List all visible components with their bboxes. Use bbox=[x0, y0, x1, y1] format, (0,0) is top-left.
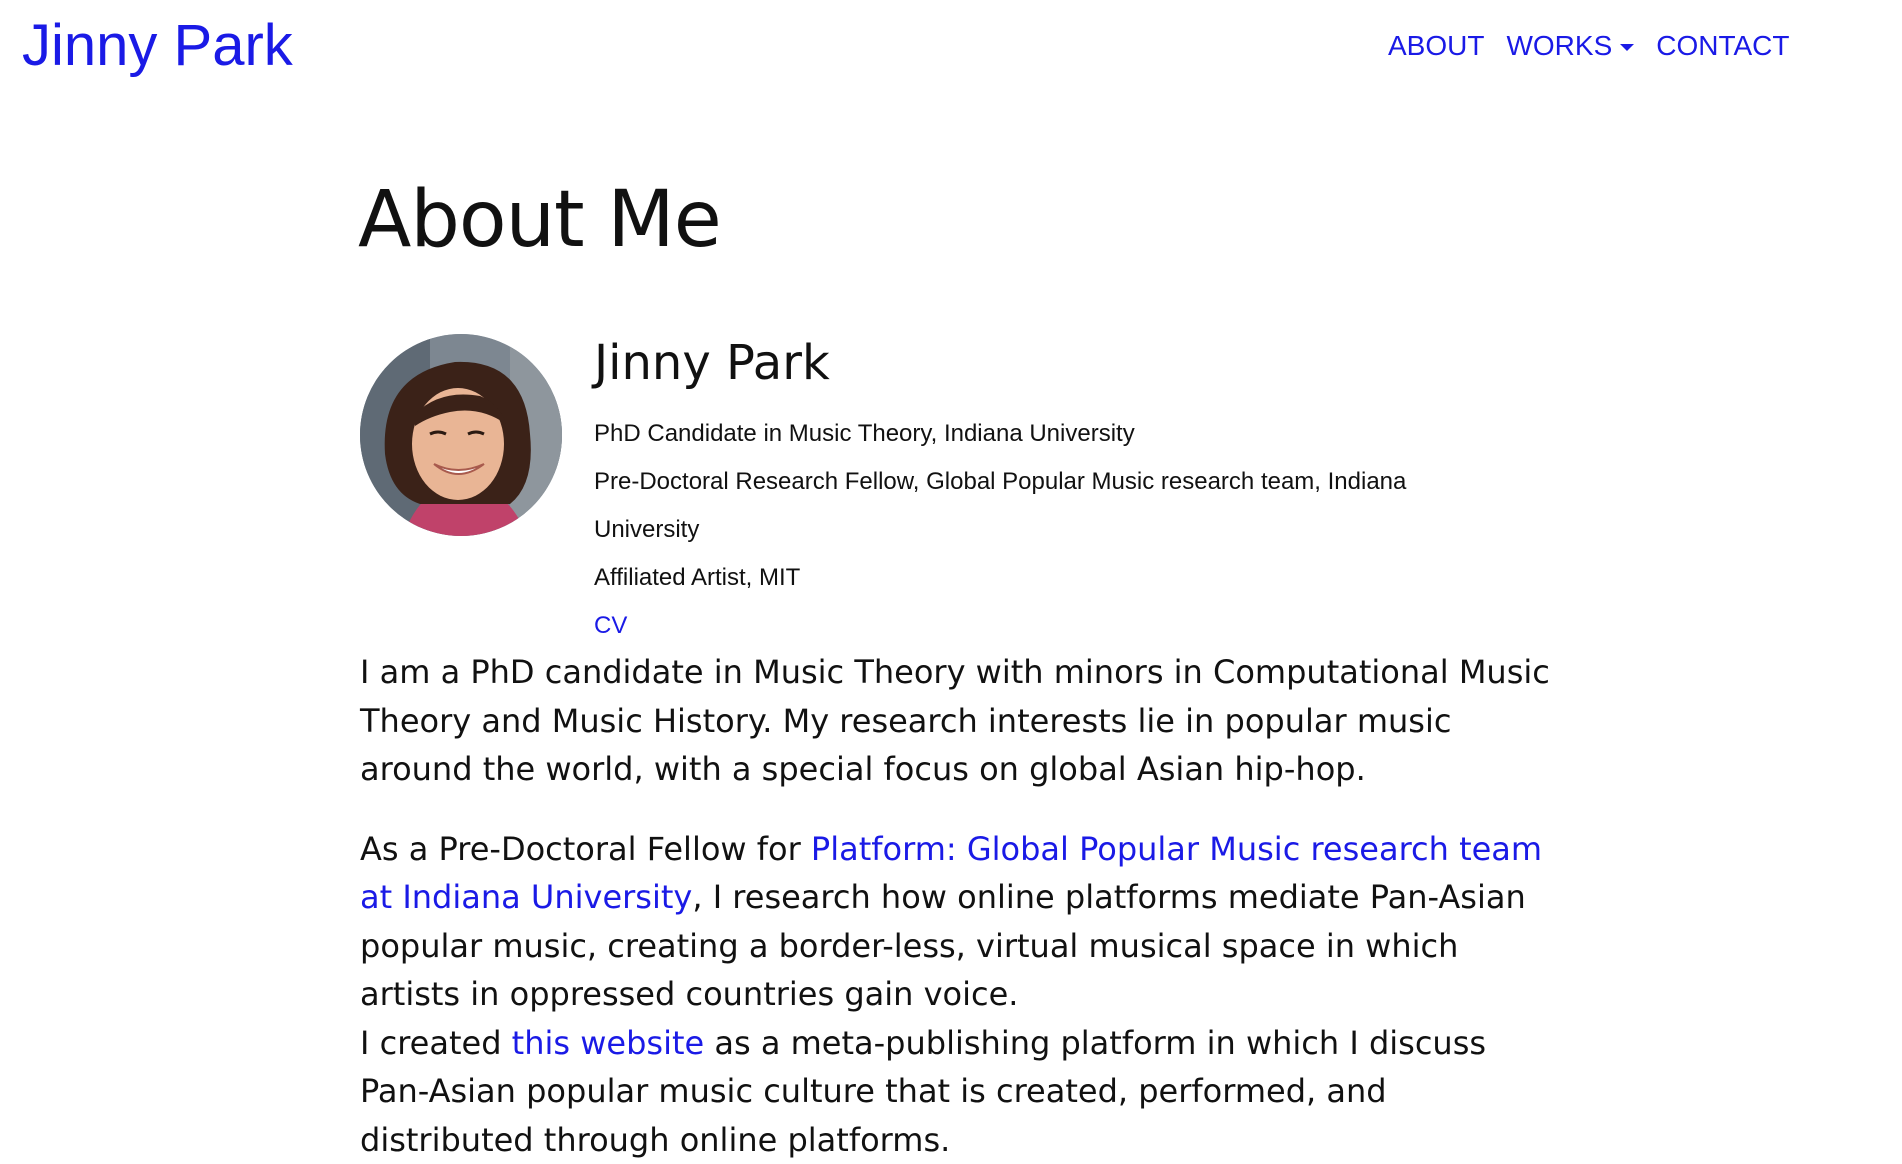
site-brand-link[interactable]: Jinny Park bbox=[22, 6, 293, 86]
this-website-link[interactable]: this website bbox=[512, 1024, 705, 1062]
nav-works-dropdown[interactable]: WORKS bbox=[1506, 30, 1634, 62]
profile-line-fellow: Pre-Doctoral Research Fellow, Global Pop… bbox=[594, 458, 1494, 554]
profile-name: Jinny Park bbox=[594, 328, 1494, 398]
profile-photo-portrait bbox=[360, 334, 562, 536]
nav-about-link[interactable]: ABOUT bbox=[1388, 30, 1484, 62]
nav-works-label: WORKS bbox=[1506, 30, 1612, 62]
main-nav: ABOUT WORKS CONTACT bbox=[1388, 30, 1790, 62]
cv-link[interactable]: CV bbox=[594, 602, 1494, 650]
nav-contact-link[interactable]: CONTACT bbox=[1656, 30, 1789, 62]
page-title: About Me bbox=[358, 170, 721, 270]
bio-p2-text-before: As a Pre-Doctoral Fellow for bbox=[360, 830, 811, 868]
caret-down-icon bbox=[1620, 44, 1634, 51]
bio-section: I am a PhD candidate in Music Theory wit… bbox=[360, 648, 1550, 1164]
bio-paragraph-3: I created this website as a meta-publish… bbox=[360, 1019, 1550, 1164]
bio-paragraph-1: I am a PhD candidate in Music Theory wit… bbox=[360, 648, 1550, 794]
profile-photo bbox=[360, 334, 562, 536]
nav-about-label: ABOUT bbox=[1388, 30, 1484, 62]
nav-contact-label: CONTACT bbox=[1656, 30, 1789, 62]
profile-line-affiliation: Affiliated Artist, MIT bbox=[594, 554, 1494, 602]
profile-card: Jinny Park PhD Candidate in Music Theory… bbox=[594, 328, 1494, 650]
bio-p3-text-before: I created bbox=[360, 1024, 512, 1062]
profile-line-phd: PhD Candidate in Music Theory, Indiana U… bbox=[594, 410, 1494, 458]
bio-paragraph-2: As a Pre-Doctoral Fellow for Platform: G… bbox=[360, 825, 1550, 1019]
